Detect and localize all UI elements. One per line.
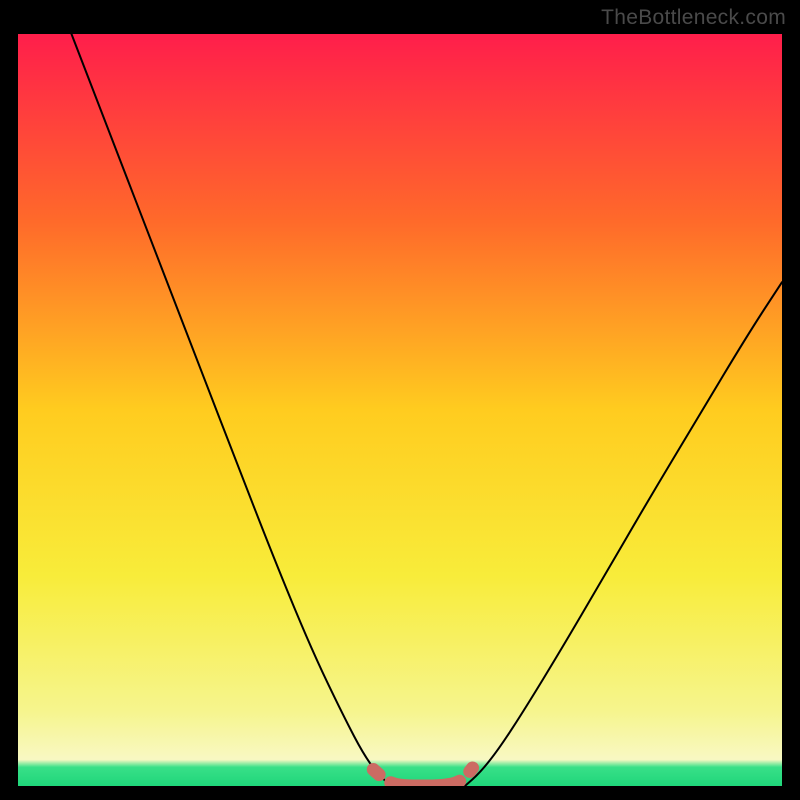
watermark-label: TheBottleneck.com bbox=[601, 6, 786, 30]
chart-background bbox=[18, 34, 782, 786]
chart-plot bbox=[18, 34, 782, 786]
chart-frame: TheBottleneck.com bbox=[0, 0, 800, 800]
